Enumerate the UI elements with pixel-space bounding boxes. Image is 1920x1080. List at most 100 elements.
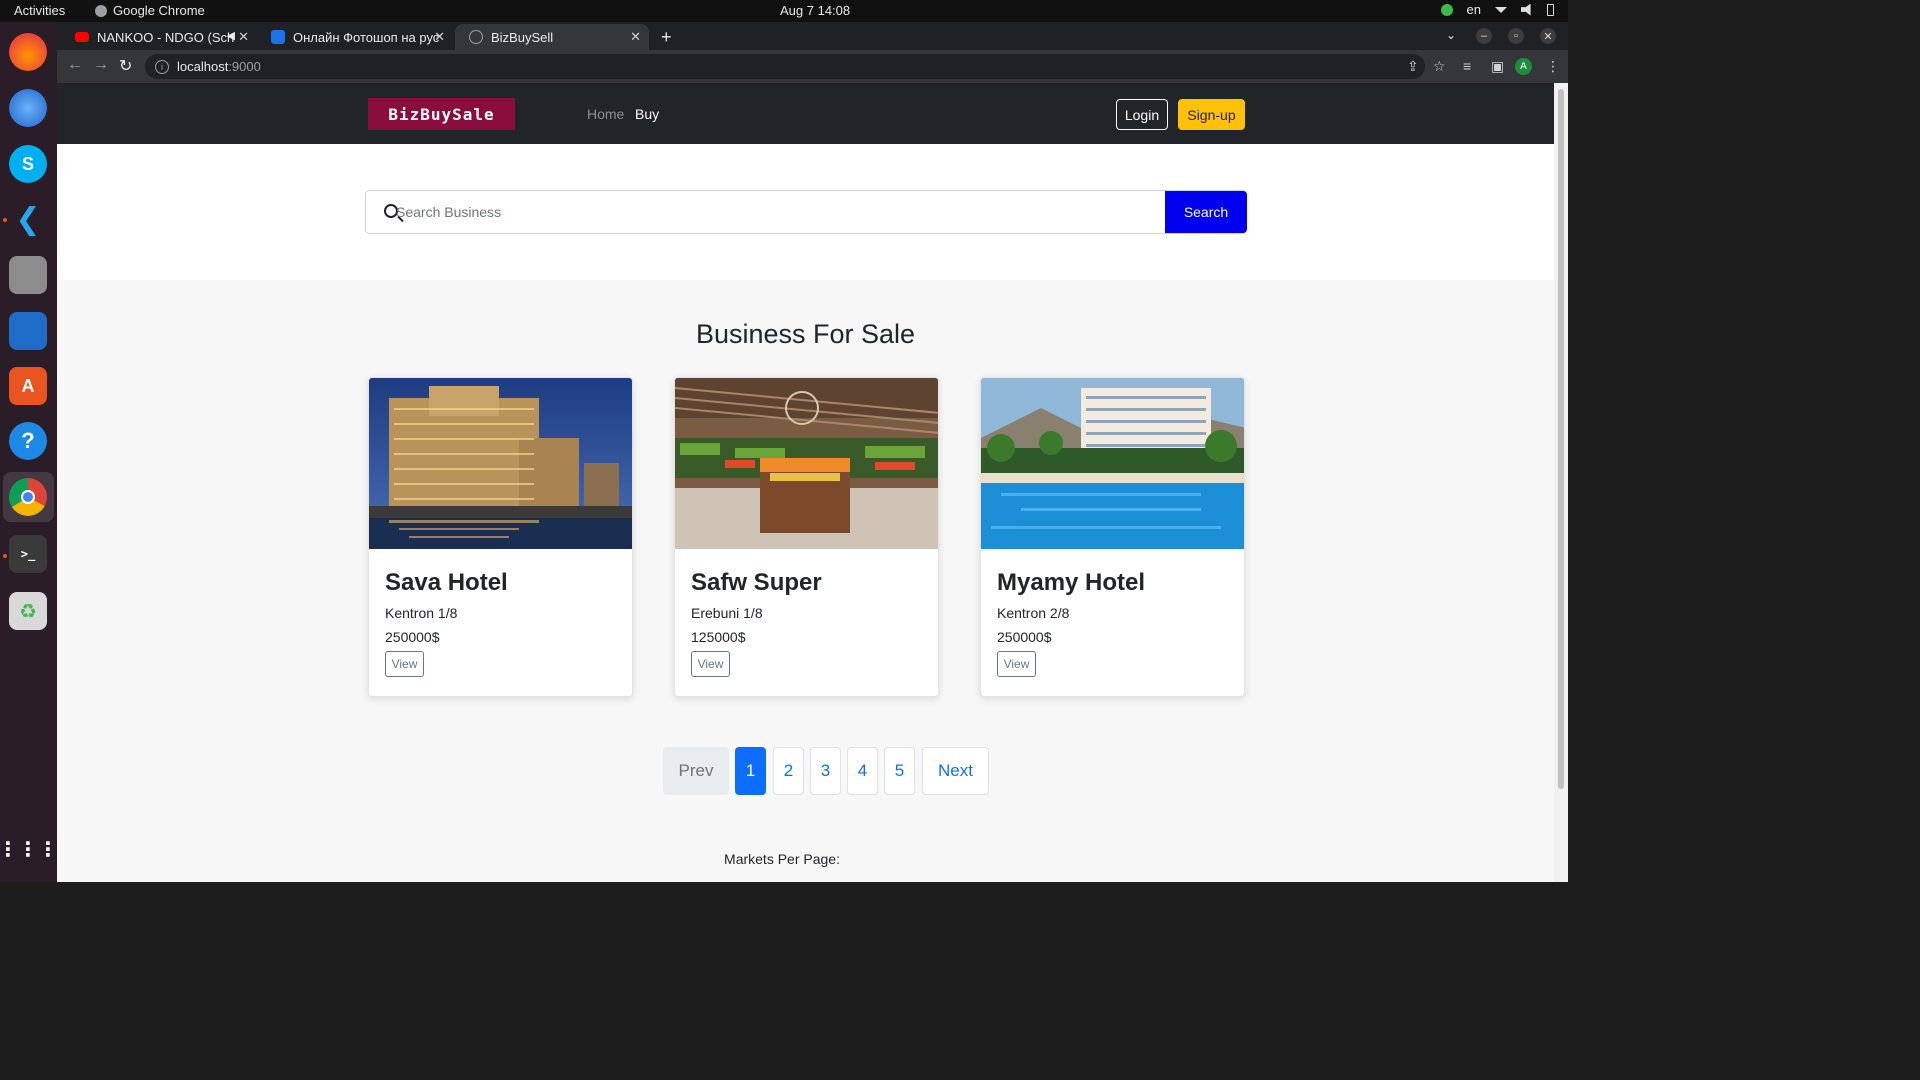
supermarket-photo bbox=[675, 378, 938, 549]
tab-search-icon[interactable]: ⌄ bbox=[1446, 28, 1456, 42]
trash-icon[interactable]: ♻ bbox=[9, 592, 47, 630]
app-menu[interactable]: Google Chrome bbox=[95, 3, 205, 18]
chrome-dock-icon[interactable] bbox=[9, 478, 47, 516]
search-button[interactable]: Search bbox=[1165, 191, 1247, 233]
photoshop-icon bbox=[271, 30, 285, 44]
reload-icon[interactable]: ↻ bbox=[119, 56, 132, 76]
close-tab-icon[interactable]: ✕ bbox=[630, 29, 641, 45]
page-viewport: BizBuySale Home Buy Login Sign-up Search… bbox=[57, 83, 1554, 882]
section-title: Business For Sale bbox=[695, 319, 916, 349]
listing-name[interactable]: Myamy Hotel bbox=[997, 569, 1145, 597]
hotel-night-photo bbox=[369, 378, 632, 549]
view-button[interactable]: View bbox=[385, 651, 424, 677]
listing-price: 250000$ bbox=[385, 629, 440, 645]
markets-per-page-label: Markets Per Page: bbox=[724, 851, 840, 867]
tab-youtube[interactable]: NANKOO - NDGO (Sch ◀ ✕ bbox=[61, 24, 257, 50]
nav-home[interactable]: Home bbox=[587, 106, 624, 122]
tab-strip: NANKOO - NDGO (Sch ◀ ✕ Онлайн Фотошоп на… bbox=[57, 22, 1568, 50]
vertical-scrollbar[interactable] bbox=[1554, 83, 1568, 882]
update-icon[interactable] bbox=[1440, 3, 1453, 16]
activities-button[interactable]: Activities bbox=[14, 3, 65, 18]
signup-button[interactable]: Sign-up bbox=[1178, 99, 1245, 130]
writer-icon[interactable] bbox=[9, 312, 47, 350]
close-tab-icon[interactable]: ✕ bbox=[434, 29, 445, 45]
listing-location: Kentron 2/8 bbox=[997, 605, 1070, 621]
wifi-icon bbox=[1495, 6, 1507, 13]
pagination-page-4[interactable]: 4 bbox=[847, 747, 878, 795]
listing-price: 125000$ bbox=[691, 629, 746, 645]
listing-card: Safw Super Erebuni 1/8 125000$ View bbox=[674, 377, 939, 697]
help-icon[interactable]: ? bbox=[9, 422, 47, 460]
battery-icon bbox=[1547, 3, 1554, 16]
side-panel-icon[interactable]: ▣ bbox=[1491, 58, 1504, 75]
nav-buy[interactable]: Buy bbox=[635, 106, 659, 122]
back-icon[interactable]: ← bbox=[67, 56, 83, 74]
files-icon[interactable] bbox=[9, 256, 47, 294]
skype-icon[interactable]: S bbox=[9, 145, 47, 183]
tab-title: NANKOO - NDGO (Sch bbox=[97, 29, 235, 45]
running-indicator bbox=[3, 218, 7, 222]
volume-icon bbox=[1521, 3, 1531, 16]
app-name-label: Google Chrome bbox=[113, 3, 205, 18]
listing-card: Myamy Hotel Kentron 2/8 250000$ View bbox=[980, 377, 1245, 697]
share-icon[interactable]: ⇪ bbox=[1407, 58, 1419, 75]
new-tab-button[interactable]: + bbox=[661, 27, 672, 48]
search-input[interactable] bbox=[396, 201, 1156, 223]
chrome-window: NANKOO - NDGO (Sch ◀ ✕ Онлайн Фотошоп на… bbox=[57, 22, 1568, 882]
pagination-next[interactable]: Next bbox=[922, 747, 989, 795]
pagination-page-1[interactable]: 1 bbox=[735, 747, 766, 795]
profile-avatar[interactable]: A bbox=[1515, 58, 1532, 75]
reading-list-icon[interactable]: ≡ bbox=[1463, 58, 1471, 74]
audio-icon: ◀ bbox=[226, 30, 235, 42]
search-bar: Search bbox=[365, 190, 1247, 234]
view-button[interactable]: View bbox=[691, 651, 730, 677]
address-bar[interactable]: i localhost:9000 bbox=[145, 54, 1425, 79]
pagination-page-5[interactable]: 5 bbox=[884, 747, 915, 795]
vscode-icon[interactable]: ❮ bbox=[9, 200, 47, 238]
chrome-icon bbox=[95, 4, 107, 17]
browser-toolbar: ← → ↻ i localhost:9000 ⇪ ☆ ≡ ▣ A ⋮ bbox=[57, 50, 1568, 83]
close-window-button[interactable]: ✕ bbox=[1540, 28, 1556, 44]
listing-name[interactable]: Sava Hotel bbox=[385, 569, 508, 597]
pagination-page-3[interactable]: 3 bbox=[810, 747, 841, 795]
pagination-page-2[interactable]: 2 bbox=[773, 747, 804, 795]
tab-bizbuysell[interactable]: BizBuySell ✕ bbox=[455, 24, 649, 50]
language-indicator[interactable]: en bbox=[1467, 2, 1481, 17]
minimize-button[interactable]: – bbox=[1476, 28, 1492, 44]
search-section: Search bbox=[57, 144, 1554, 280]
globe-icon bbox=[469, 30, 483, 44]
url-port: :9000 bbox=[228, 59, 261, 74]
close-tab-icon[interactable]: ✕ bbox=[238, 29, 249, 45]
software-center-icon[interactable]: A bbox=[9, 367, 47, 405]
terminal-icon[interactable]: >_ bbox=[9, 535, 47, 573]
firefox-icon[interactable] bbox=[9, 33, 47, 71]
dock: S ❮ A ? >_ ♻ ⋮⋮⋮ bbox=[0, 22, 58, 882]
scrollbar-thumb[interactable] bbox=[1558, 89, 1564, 789]
resort-pool-photo bbox=[981, 378, 1244, 549]
maximize-button[interactable]: ▫ bbox=[1508, 28, 1524, 44]
view-button[interactable]: View bbox=[997, 651, 1036, 677]
listing-price: 250000$ bbox=[997, 629, 1052, 645]
forward-icon[interactable]: → bbox=[93, 56, 109, 74]
show-apps-icon[interactable]: ⋮⋮⋮ bbox=[0, 830, 58, 868]
tab-title: Онлайн Фотошоп на рус bbox=[293, 29, 440, 45]
listing-card: Sava Hotel Kentron 1/8 250000$ View bbox=[368, 377, 633, 697]
listing-name[interactable]: Safw Super bbox=[691, 569, 822, 597]
clock[interactable]: Aug 7 14:08 bbox=[780, 3, 850, 18]
listing-location: Erebuni 1/8 bbox=[691, 605, 763, 621]
login-button[interactable]: Login bbox=[1116, 99, 1168, 130]
tab-photoshop[interactable]: Онлайн Фотошоп на рус ✕ bbox=[257, 24, 453, 50]
running-indicator bbox=[3, 554, 7, 558]
menu-kebab-icon[interactable]: ⋮ bbox=[1546, 58, 1560, 75]
site-info-icon[interactable]: i bbox=[155, 59, 169, 74]
site-header: BizBuySale Home Buy Login Sign-up bbox=[57, 83, 1554, 144]
url-host: localhost bbox=[177, 59, 229, 74]
system-tray[interactable]: en bbox=[1440, 2, 1554, 17]
brand-logo[interactable]: BizBuySale bbox=[368, 98, 515, 130]
system-top-bar: Activities Google Chrome Aug 7 14:08 en bbox=[0, 0, 1568, 22]
bookmark-star-icon[interactable]: ☆ bbox=[1433, 58, 1446, 75]
thunderbird-icon[interactable] bbox=[9, 89, 47, 127]
pagination-prev[interactable]: Prev bbox=[663, 747, 729, 795]
tab-title: BizBuySell bbox=[491, 29, 554, 45]
listing-location: Kentron 1/8 bbox=[385, 605, 458, 621]
